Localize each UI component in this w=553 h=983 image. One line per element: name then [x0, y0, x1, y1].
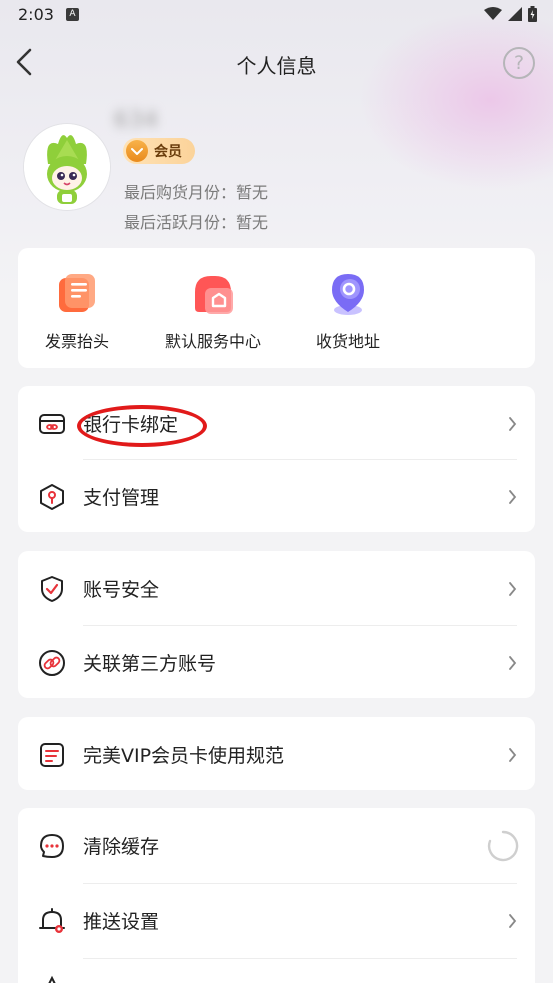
settings-group-vip: 完美VIP会员卡使用规范 [18, 717, 535, 790]
chevron-right-icon [509, 490, 517, 504]
divider [83, 958, 517, 959]
row-label: 推送设置 [83, 911, 160, 933]
row-linked-third-party-accounts[interactable]: 关联第三方账号 [18, 625, 535, 698]
row-clear-cache[interactable]: 清除缓存 [18, 808, 535, 881]
battery-icon [528, 6, 537, 22]
notification-icon: A [66, 8, 79, 21]
status-bar: 2:03 A [0, 0, 553, 30]
bell-icon [39, 908, 65, 933]
bank-card-icon [39, 414, 65, 434]
help-button[interactable]: ? [503, 47, 535, 79]
location-icon [332, 274, 364, 315]
quick-action-label: 发票抬头 [44, 332, 109, 351]
chevron-right-icon [509, 582, 517, 596]
chevron-right-icon [509, 748, 517, 762]
member-badge-label: 会员 [154, 144, 182, 160]
invoice-icon [59, 274, 95, 312]
quick-action-default-service-center[interactable]: 默认服务中心 [158, 272, 268, 352]
last-purchase-month: 最后购货月份：暂无 [124, 183, 269, 202]
settings-group-account: 账号安全 关联第三方账号 [18, 551, 535, 698]
row-bank-card-binding[interactable]: 银行卡绑定 [18, 386, 535, 459]
username: 634 [114, 108, 159, 133]
row-label: 账号安全 [83, 579, 160, 601]
payment-icon [40, 484, 64, 510]
signal-icon [508, 7, 522, 21]
quick-action-label: 默认服务中心 [164, 332, 261, 351]
last-active-month: 最后活跃月份：暂无 [124, 213, 269, 232]
row-account-security[interactable]: 账号安全 [18, 551, 535, 624]
status-time: 2:03 [18, 5, 54, 24]
row-label: 清除缓存 [83, 836, 160, 858]
link-icon [39, 650, 65, 676]
chevron-right-icon [509, 656, 517, 670]
quick-action-invoice-title[interactable]: 发票抬头 [40, 272, 114, 352]
chevron-right-icon [509, 417, 517, 431]
mascot-avatar-icon [24, 124, 110, 210]
member-coin-icon [126, 140, 148, 162]
service-center-icon [195, 276, 233, 314]
member-badge: 会员 [123, 138, 195, 164]
quick-action-shipping-address[interactable]: 收货地址 [308, 272, 388, 352]
chat-dots-icon [40, 834, 64, 858]
row-vip-card-rules[interactable]: 完美VIP会员卡使用规范 [18, 717, 535, 790]
shield-icon [41, 576, 63, 602]
page-title: 个人信息 [236, 54, 317, 78]
chevron-right-icon [509, 914, 517, 928]
row-label: 支付管理 [83, 487, 160, 509]
settings-group-app: 清除缓存 推送设置 [18, 808, 535, 983]
row-label: 银行卡绑定 [83, 414, 179, 436]
system-icons [484, 6, 537, 22]
settings-group-payment: 银行卡绑定 支付管理 [18, 386, 535, 532]
row-push-settings[interactable]: 推送设置 [18, 883, 535, 956]
quick-action-label: 收货地址 [315, 332, 380, 351]
row-label: 关联第三方账号 [83, 653, 217, 675]
nav-bar: 个人信息 ? [0, 34, 553, 90]
row-label: 完美VIP会员卡使用规范 [83, 745, 285, 767]
wifi-icon [484, 7, 502, 20]
document-icon [40, 743, 64, 767]
row-payment-management[interactable]: 支付管理 [18, 459, 535, 532]
avatar[interactable] [24, 124, 110, 210]
quick-actions-card: 发票抬头 默认服务中心 收货地址 [18, 248, 535, 368]
loading-spinner-icon [487, 830, 519, 862]
partial-row-icon [48, 975, 56, 983]
profile-section: 634 会员 最后购货月份：暂无 最后活跃月份：暂无 [0, 100, 553, 240]
